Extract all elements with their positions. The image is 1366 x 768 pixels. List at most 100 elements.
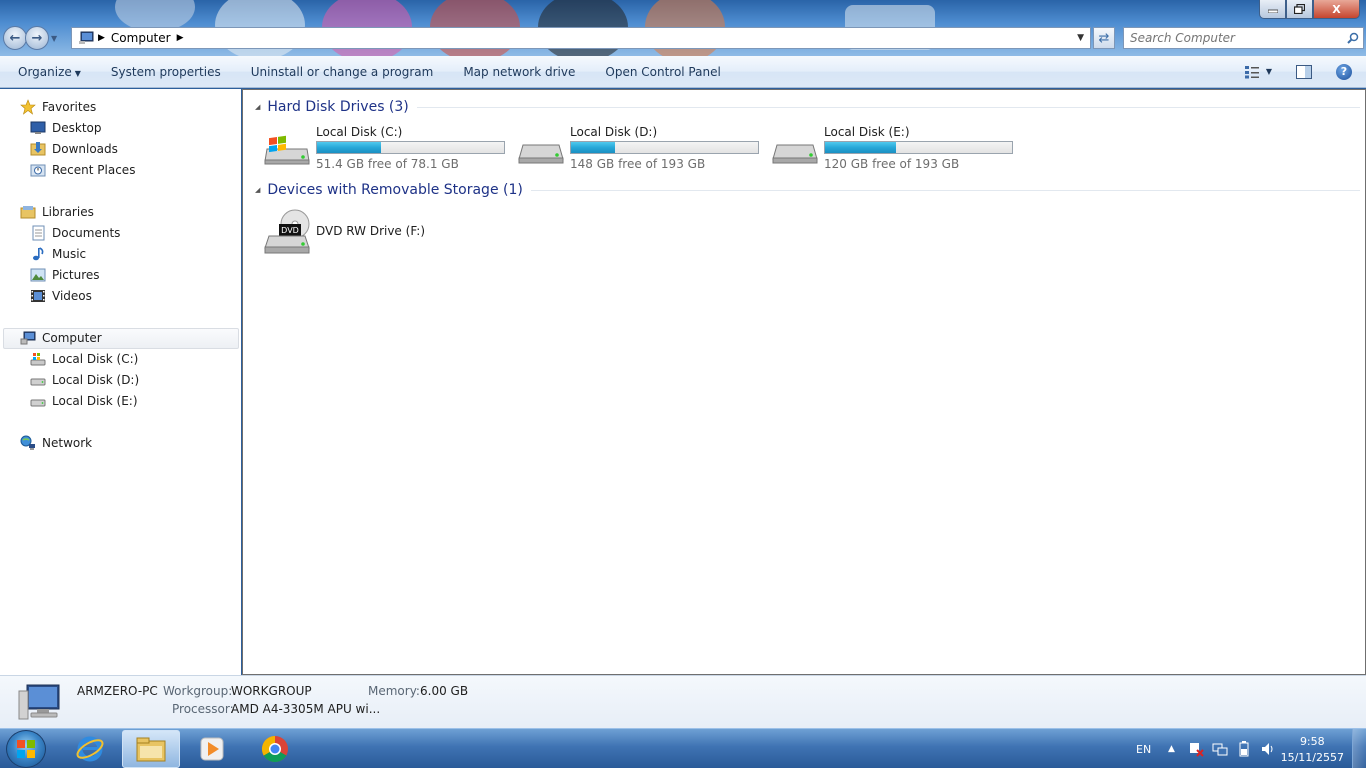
nav-downloads[interactable]: Downloads xyxy=(30,141,118,157)
nav-local-disk-e-label: Local Disk (E:) xyxy=(52,394,138,408)
restore-button[interactable] xyxy=(1286,0,1313,19)
nav-computer[interactable]: Computer xyxy=(20,330,102,346)
nav-downloads-label: Downloads xyxy=(52,142,118,156)
volume-icon[interactable] xyxy=(1260,729,1276,768)
network-icon xyxy=(20,435,35,450)
system-clock[interactable]: 9:58 15/11/2557 xyxy=(1281,734,1344,766)
language-indicator[interactable]: EN xyxy=(1136,729,1151,768)
drive-usage-fill xyxy=(571,142,615,153)
nav-libraries-label: Libraries xyxy=(42,205,94,219)
drive-usage-bar xyxy=(316,141,505,154)
nav-computer-label: Computer xyxy=(42,331,102,345)
drive-usage-fill xyxy=(825,142,896,153)
map-network-drive-button[interactable]: Map network drive xyxy=(448,65,590,79)
star-icon xyxy=(20,99,36,115)
nav-recent-places-label: Recent Places xyxy=(52,163,136,177)
search-box[interactable] xyxy=(1123,27,1364,49)
nav-libraries[interactable]: Libraries xyxy=(20,204,94,220)
nav-network[interactable]: Network xyxy=(20,435,92,451)
nav-documents[interactable]: Documents xyxy=(30,225,120,241)
refresh-icon: ⇄ xyxy=(1098,30,1110,46)
breadcrumb-separator-icon[interactable]: ▶ xyxy=(98,33,105,43)
nav-favorites-label: Favorites xyxy=(42,100,97,114)
view-controls: ▼ ? xyxy=(1244,63,1352,80)
nav-local-disk-e[interactable]: Local Disk (E:) xyxy=(30,393,138,409)
nav-pictures-label: Pictures xyxy=(52,268,100,282)
group-title: Hard Disk Drives (3) xyxy=(267,99,409,115)
back-button[interactable]: ← xyxy=(3,26,27,50)
drive-usage-bar xyxy=(824,141,1013,154)
address-bar[interactable]: ▶ Computer ▶ ▼ xyxy=(71,27,1091,49)
chevron-down-icon: ▼ xyxy=(74,68,81,78)
chevron-down-icon: ▼ xyxy=(1265,67,1272,76)
nav-local-disk-d[interactable]: Local Disk (D:) xyxy=(30,372,139,388)
nav-videos-label: Videos xyxy=(52,289,92,303)
computer-icon xyxy=(79,31,94,44)
drive-tile-d[interactable]: Local Disk (D:) 148 GB free of 193 GB xyxy=(517,125,767,171)
drive-tile-dvd[interactable]: DVD DVD RW Drive (F:) xyxy=(263,208,513,254)
documents-icon xyxy=(32,225,45,241)
libraries-icon xyxy=(20,206,36,219)
network-status-icon[interactable] xyxy=(1212,729,1228,768)
system-drive-icon xyxy=(30,353,46,366)
collapse-triangle-icon[interactable]: ◢ xyxy=(255,103,260,111)
nav-recent-places[interactable]: Recent Places xyxy=(30,162,135,178)
uninstall-program-button[interactable]: Uninstall or change a program xyxy=(236,65,449,79)
breadcrumb-separator-icon[interactable]: ▶ xyxy=(177,33,184,43)
group-removable-storage[interactable]: ◢ Devices with Removable Storage (1) xyxy=(255,182,1360,198)
hard-drive-icon xyxy=(30,399,46,407)
nav-pictures[interactable]: Pictures xyxy=(30,267,100,283)
nav-local-disk-c[interactable]: Local Disk (C:) xyxy=(30,351,138,367)
history-navigation: ← → ▼ xyxy=(3,26,57,50)
collapse-triangle-icon[interactable]: ◢ xyxy=(255,186,260,194)
change-view-button[interactable]: ▼ xyxy=(1244,65,1272,79)
hard-drive-icon xyxy=(518,144,564,164)
battery-icon[interactable] xyxy=(1238,729,1250,768)
drive-free-space: 51.4 GB free of 78.1 GB xyxy=(316,157,459,171)
taskbar-internet-explorer[interactable] xyxy=(61,730,119,768)
search-input[interactable] xyxy=(1130,31,1335,45)
address-history-dropdown-icon[interactable]: ▼ xyxy=(1077,33,1084,43)
preview-pane-icon[interactable] xyxy=(1296,64,1312,79)
drive-tile-c[interactable]: Local Disk (C:) 51.4 GB free of 78.1 GB xyxy=(263,125,513,171)
forward-arrow-icon: → xyxy=(31,30,43,46)
start-button[interactable] xyxy=(6,730,46,768)
open-control-panel-button[interactable]: Open Control Panel xyxy=(590,65,735,79)
window-controls: X xyxy=(1259,0,1360,19)
taskbar-chrome[interactable] xyxy=(246,730,304,768)
system-properties-button[interactable]: System properties xyxy=(96,65,236,79)
recent-pages-dropdown-icon[interactable]: ▼ xyxy=(51,34,57,43)
nav-music[interactable]: Music xyxy=(30,246,86,262)
forward-button[interactable]: → xyxy=(25,26,49,50)
refresh-button[interactable]: ⇄ xyxy=(1093,27,1115,49)
nav-favorites[interactable]: Favorites xyxy=(20,99,96,115)
help-icon[interactable]: ? xyxy=(1336,63,1352,80)
recent-places-icon xyxy=(30,164,46,177)
drive-free-space: 120 GB free of 193 GB xyxy=(824,157,960,171)
taskbar-windows-explorer[interactable] xyxy=(122,730,180,768)
close-button[interactable]: X xyxy=(1313,0,1360,19)
taskbar: EN ▲ 9:58 15/11/2557 xyxy=(0,728,1366,768)
nav-desktop-label: Desktop xyxy=(52,121,102,135)
nav-desktop[interactable]: Desktop xyxy=(30,120,102,136)
drive-name: DVD RW Drive (F:) xyxy=(316,224,426,238)
action-center-icon[interactable] xyxy=(1188,729,1204,768)
drive-usage-fill xyxy=(317,142,381,153)
breadcrumb-computer[interactable]: Computer xyxy=(111,31,171,45)
content-pane: ◢ Hard Disk Drives (3) Local Disk (C:) 5… xyxy=(242,89,1366,675)
details-pane: ARMZERO-PC Workgroup: WORKGROUP Memory: … xyxy=(0,675,1366,728)
drive-tile-e[interactable]: Local Disk (E:) 120 GB free of 193 GB xyxy=(771,125,1021,171)
back-arrow-icon: ← xyxy=(9,30,21,46)
hard-drive-icon xyxy=(30,378,46,386)
taskbar-media-player[interactable] xyxy=(183,730,241,768)
nav-local-disk-d-label: Local Disk (D:) xyxy=(52,373,140,387)
system-drive-icon xyxy=(264,135,310,165)
drive-name: Local Disk (C:) xyxy=(316,125,403,139)
nav-videos[interactable]: Videos xyxy=(30,288,92,304)
organize-button[interactable]: Organize ▼ xyxy=(0,65,96,79)
show-hidden-icons-icon[interactable]: ▲ xyxy=(1168,729,1175,768)
group-hard-disk-drives[interactable]: ◢ Hard Disk Drives (3) xyxy=(255,99,1360,115)
restore-icon xyxy=(1294,4,1305,14)
show-desktop-button[interactable] xyxy=(1352,729,1366,768)
minimize-button[interactable] xyxy=(1259,0,1286,19)
